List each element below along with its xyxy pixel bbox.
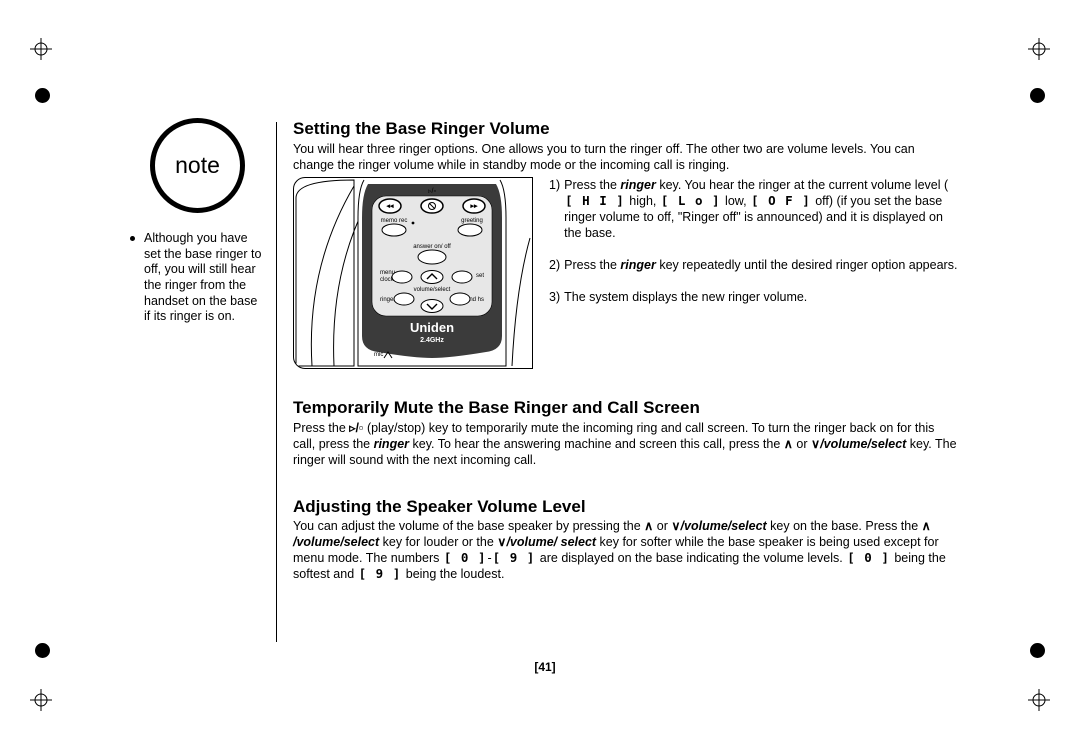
up-caret-icon: ∧: [922, 518, 931, 534]
note-sidebar: note Although you have set the base ring…: [130, 118, 265, 325]
side-dot: [35, 88, 50, 103]
intro-base-ringer: You will hear three ringer options. One …: [293, 141, 958, 173]
down-caret-icon: ∨: [671, 518, 680, 534]
side-dot: [1030, 643, 1045, 658]
up-caret-icon: ∧: [644, 518, 653, 534]
main-column: Setting the Base Ringer Volume You will …: [293, 118, 958, 610]
ringer-key-ref: ringer: [620, 258, 655, 272]
lcd-lo: [ L o ]: [660, 193, 722, 209]
svg-text:greeting: greeting: [461, 218, 483, 224]
svg-text:Uniden: Uniden: [410, 320, 454, 335]
step-1: 1) Press the ringer key. You hear the ri…: [549, 177, 958, 241]
lcd-hi: [ H I ]: [564, 193, 626, 209]
side-dot: [1030, 88, 1045, 103]
step-3: 3) The system displays the new ringer vo…: [549, 289, 958, 305]
heading-base-ringer: Setting the Base Ringer Volume: [293, 118, 958, 140]
section-mute-ringer: Temporarily Mute the Base Ringer and Cal…: [293, 397, 958, 468]
volume-select-ref: /volume/select: [681, 519, 767, 533]
crop-mark: [30, 38, 52, 60]
volume-select-ref: /volume/select: [293, 535, 379, 549]
side-dot: [35, 643, 50, 658]
svg-text:memo rec: memo rec: [381, 218, 408, 224]
svg-text:mic: mic: [374, 352, 383, 358]
note-label: note: [175, 152, 220, 179]
volume-select-ref: /volume/ select: [506, 535, 596, 549]
svg-text:set: set: [476, 273, 484, 279]
section-base-ringer-volume: Setting the Base Ringer Volume You will …: [293, 118, 958, 369]
up-caret-icon: ∧: [784, 436, 793, 452]
base-unit-illustration: ◂◂ ▸▸ ▹/▫ memo rec greeting: [293, 177, 533, 369]
svg-text:ringer: ringer: [380, 297, 395, 303]
crop-mark: [1028, 689, 1050, 711]
svg-text:▸▸: ▸▸: [469, 203, 478, 210]
ringer-key-ref: ringer: [374, 437, 409, 451]
play-stop-icon: ▹/▫: [349, 421, 363, 435]
crop-mark: [30, 689, 52, 711]
vertical-divider: [276, 122, 277, 642]
lcd-9: [ 9 ]: [358, 566, 403, 582]
heading-mute-ringer: Temporarily Mute the Base Ringer and Cal…: [293, 397, 958, 419]
lcd-0: [ 0 ]: [846, 550, 891, 566]
crop-mark: [1028, 38, 1050, 60]
svg-text:volume/select: volume/select: [414, 287, 451, 293]
playstop-icon: ▹/▫: [428, 188, 436, 195]
note-bullet: Although you have set the base ringer to…: [130, 231, 265, 325]
volume-select-ref: /volume/select: [820, 437, 906, 451]
heading-speaker-volume: Adjusting the Speaker Volume Level: [293, 496, 958, 518]
steps-list: 1) Press the ringer key. You hear the ri…: [549, 177, 958, 321]
lcd-off: [ O F ]: [750, 193, 812, 209]
mute-paragraph: Press the ▹/▫ (play/stop) key to tempora…: [293, 420, 958, 468]
svg-text:2.4GHz: 2.4GHz: [420, 337, 444, 344]
section-speaker-volume: Adjusting the Speaker Volume Level You c…: [293, 496, 958, 583]
speaker-paragraph: You can adjust the volume of the base sp…: [293, 518, 958, 582]
lcd-0: [ 0 ]: [443, 550, 488, 566]
svg-text:◂◂: ◂◂: [385, 203, 394, 210]
page-number: [41]: [130, 660, 960, 674]
step-2: 2) Press the ringer key repeatedly until…: [549, 257, 958, 273]
svg-text:answer on/ off: answer on/ off: [413, 244, 451, 250]
down-caret-icon: ∨: [811, 436, 820, 452]
lcd-9: [ 9 ]: [492, 550, 537, 566]
note-badge: note: [150, 118, 245, 213]
ringer-key-ref: ringer: [620, 178, 655, 192]
